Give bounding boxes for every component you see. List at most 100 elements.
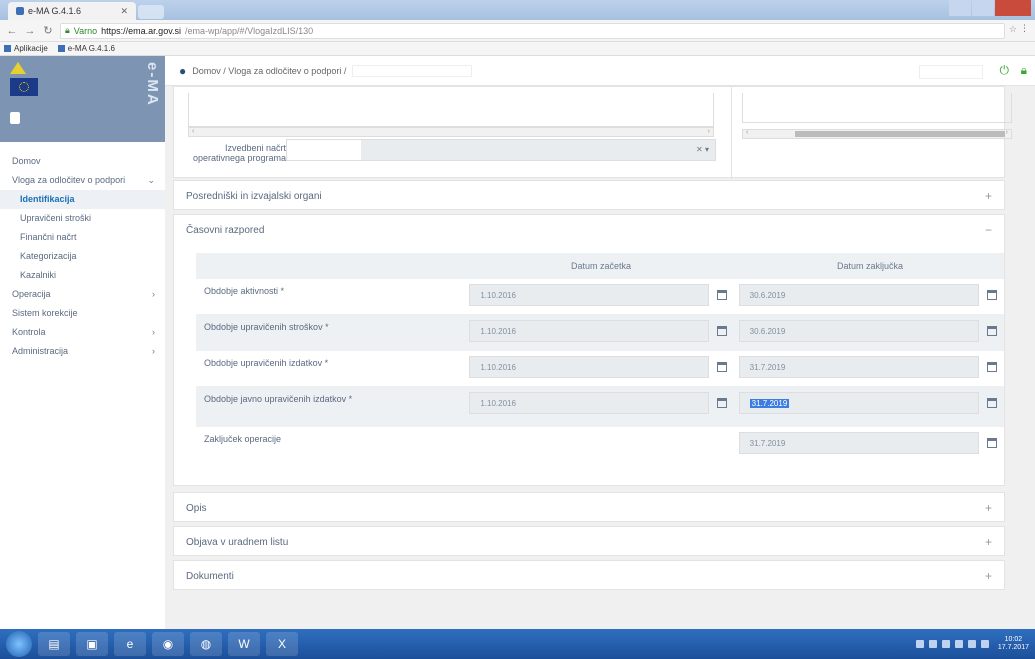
ie-icon[interactable]: e (114, 632, 146, 656)
sidebar-item-vloga[interactable]: Vloga za odločitev o podpori ⌄ (0, 171, 165, 190)
panel-posredniki[interactable]: Posredniški in izvajalski organi + (173, 180, 1005, 210)
tray-icon[interactable] (941, 640, 950, 648)
home-icon[interactable]: ● (179, 64, 186, 78)
right-scrollbar[interactable]: ‹ › (742, 129, 1012, 139)
browser-tab[interactable]: e-MA G.4.1.6 ✕ (8, 2, 136, 20)
bookmark-star-icon[interactable]: ☆ (1009, 24, 1017, 35)
back-icon[interactable]: ← (6, 25, 18, 37)
bookmark-apps[interactable]: Aplikacije (4, 44, 48, 53)
tray-icon[interactable] (928, 640, 937, 648)
app-logo[interactable]: e-MA (0, 56, 165, 142)
excel-icon[interactable]: X (266, 632, 298, 656)
calendar-icon[interactable] (717, 290, 728, 300)
apps-icon (4, 45, 11, 52)
expand-icon[interactable]: + (985, 189, 992, 203)
sidebar-item-administracija[interactable]: Administracija › (0, 342, 165, 361)
expand-icon[interactable]: + (985, 569, 992, 583)
start-date-input[interactable]: 1.10.2016 (469, 392, 710, 414)
ema-bookmark-icon (57, 45, 65, 52)
column-divider (731, 87, 732, 179)
identification-card: ‹ › Izvedbeni načrt operativnega programa… (173, 86, 1012, 179)
media-icon[interactable]: ▣ (76, 632, 108, 656)
system-clock[interactable]: 10:02 17.7.2017 (998, 636, 1029, 652)
power-icon[interactable]: ⏻ (1000, 63, 1010, 78)
tab-close-icon[interactable]: ✕ (120, 6, 128, 17)
minimize-button[interactable] (949, 0, 971, 16)
volume-icon[interactable] (980, 640, 989, 648)
top-bar: ● Domov / Vloga za odločitev o podpori /… (165, 56, 1035, 86)
expand-icon[interactable]: + (985, 535, 992, 549)
bookmark-ema[interactable]: e-MA G.4.1.6 (57, 44, 115, 53)
sidebar-item-sistem-korekcije[interactable]: Sistem korekcije (0, 304, 165, 323)
start-button[interactable] (6, 631, 32, 657)
start-date-input[interactable]: 1.10.2016 (469, 320, 710, 342)
sidebar-item-upraviceni-stroski[interactable]: Upravičeni stroški (0, 209, 165, 228)
calendar-icon[interactable] (986, 326, 997, 336)
chevron-down-icon: ⌄ (147, 175, 155, 185)
reload-icon[interactable]: ↻ (42, 24, 54, 37)
sidebar-item-kategorizacija[interactable]: Kategorizacija (0, 247, 165, 266)
row-label: Obdobje javno upravičenih izdatkov * (204, 394, 353, 404)
word-icon[interactable]: W (228, 632, 260, 656)
maximize-button[interactable] (972, 0, 994, 16)
calendar-icon[interactable] (717, 362, 728, 372)
col-header-start: Datum začetka (570, 261, 632, 271)
sidebar-item-operacija[interactable]: Operacija › (0, 285, 165, 304)
panel-objava[interactable]: Objava v uradnem listu + (173, 526, 1005, 556)
collapse-icon[interactable]: − (985, 223, 992, 237)
browser-menu-icon[interactable]: ⋮ (1020, 23, 1029, 34)
url-path: /ema-wp/app/#/VlogaIzdLIS/130 (185, 25, 314, 36)
sidebar-item-domov[interactable]: Domov (0, 152, 165, 171)
calendar-icon[interactable] (986, 362, 997, 372)
lock-icon[interactable]: 🔒︎ (1021, 63, 1027, 78)
slovenia-coat-icon (10, 112, 20, 124)
close-window-button[interactable] (995, 0, 1031, 16)
calendar-icon[interactable] (986, 398, 997, 408)
sidebar-item-financni-nacrt[interactable]: Finančni načrt (0, 228, 165, 247)
end-date-input[interactable]: 30.6.2019 (738, 284, 979, 306)
expand-icon[interactable]: + (985, 501, 992, 515)
panel-opis[interactable]: Opis + (173, 492, 1005, 522)
app-icon[interactable]: ◍ (190, 632, 222, 656)
end-date-input[interactable]: 31.7.2019 (738, 356, 979, 378)
breadcrumb[interactable]: Domov / Vloga za odločitev o podpori / (192, 66, 346, 76)
ema-logo: e-MA (144, 62, 161, 107)
topbar-search-input[interactable] (919, 65, 983, 79)
right-list-box[interactable] (742, 93, 1012, 123)
end-date-input[interactable]: 30.6.2019 (738, 320, 979, 342)
calendar-icon[interactable] (986, 290, 997, 300)
table-row: Obdobje upravičenih izdatkov * 1.10.2016… (196, 351, 1004, 387)
lock-icon: 🔒︎ (65, 25, 70, 35)
explorer-icon[interactable]: ▤ (38, 632, 70, 656)
tray-icon[interactable] (954, 640, 963, 648)
panel-title: Objava v uradnem listu (186, 536, 289, 548)
new-tab-button[interactable] (138, 5, 164, 19)
calendar-icon[interactable] (717, 326, 728, 336)
forward-icon[interactable]: → (24, 25, 36, 37)
calendar-icon[interactable] (717, 398, 728, 408)
izvedbeni-nacrt-label: Izvedbeni načrt operativnega programa (192, 143, 286, 163)
select-clear-dropdown-icon[interactable]: ✕ ▾ (696, 145, 709, 154)
row-label: Obdobje upravičenih stroškov * (204, 322, 329, 332)
sidebar-item-identifikacija[interactable]: Identifikacija (0, 190, 165, 209)
chrome-icon[interactable]: ◉ (152, 632, 184, 656)
textarea-scrollbar[interactable]: ‹ › (188, 127, 714, 137)
sidebar-item-kazalniki[interactable]: Kazalniki (0, 266, 165, 285)
window-titlebar: e-MA G.4.1.6 ✕ (0, 0, 1035, 20)
calendar-icon[interactable] (986, 438, 997, 448)
izvedbeni-nacrt-select[interactable]: ✕ ▾ (286, 139, 716, 161)
logo-text-gov (24, 112, 138, 130)
sidebar-nav: Domov Vloga za odločitev o podpori ⌄ Iden… (0, 142, 165, 361)
network-icon[interactable] (967, 640, 976, 648)
start-date-input[interactable]: 1.10.2016 (469, 356, 710, 378)
end-date-input[interactable]: 31.7.2019 (738, 392, 979, 414)
panel-dokumenti[interactable]: Dokumenti + (173, 560, 1005, 590)
sidebar-item-kontrola[interactable]: Kontrola › (0, 323, 165, 342)
description-textarea[interactable] (188, 93, 714, 127)
schedule-header: Datum začetka Datum zaključka (196, 253, 1004, 279)
tray-icon[interactable] (915, 640, 924, 648)
closing-date-input[interactable]: 31.7.2019 (738, 432, 979, 454)
start-date-input[interactable]: 1.10.2016 (469, 284, 710, 306)
url-field[interactable]: 🔒︎ Varno https://ema.ar.gov.si /ema-wp/a… (60, 22, 1005, 39)
chevron-right-icon: › (152, 289, 155, 299)
